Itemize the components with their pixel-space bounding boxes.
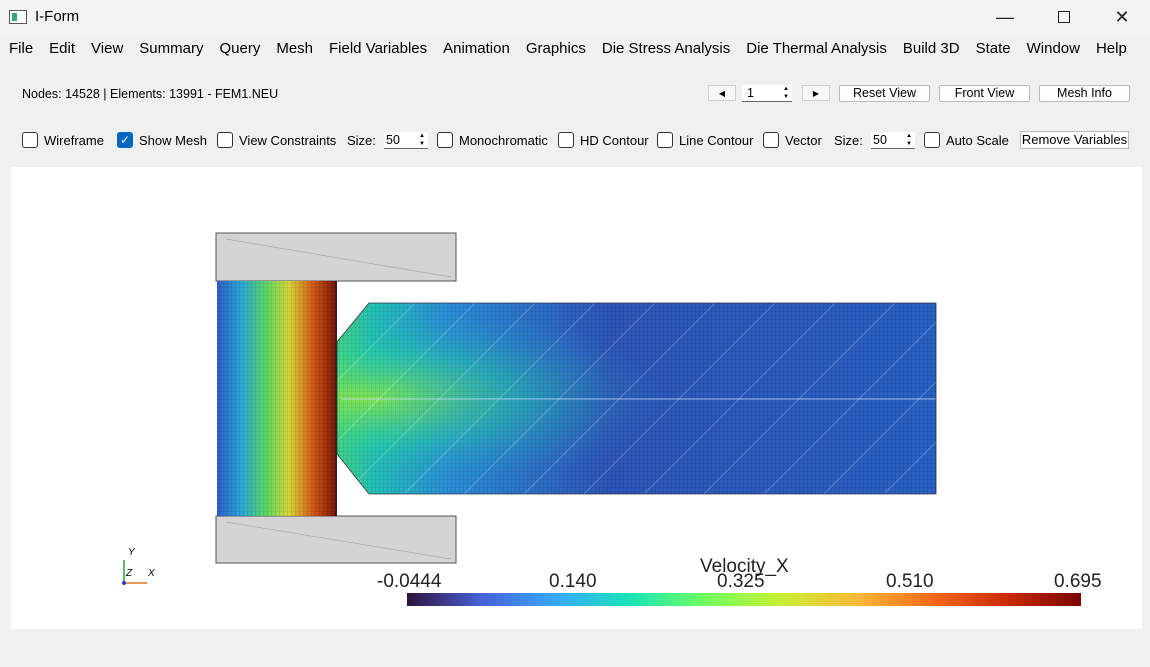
model-info: Nodes: 14528 | Elements: 13991 - FEM1.NE… — [22, 87, 279, 101]
app-icon — [9, 10, 27, 24]
show-mesh-checkbox[interactable]: ✓ — [117, 132, 133, 148]
axis-z-label: Z — [126, 568, 133, 579]
monochromatic-checkbox[interactable] — [437, 132, 453, 148]
vector-size-label: Size: — [834, 133, 863, 148]
spin-arrows-icon[interactable]: ▲ ▼ — [781, 85, 791, 101]
minimize-button[interactable]: — — [976, 0, 1034, 34]
previous-button[interactable]: ◀ — [708, 85, 736, 101]
menu-bar: File Edit View Summary Query Mesh Field … — [0, 38, 1150, 62]
view-constraints-checkbox[interactable] — [217, 132, 233, 148]
vector-checkbox[interactable] — [763, 132, 779, 148]
vector-label: Vector — [785, 133, 822, 148]
next-button[interactable]: ▶ — [802, 85, 830, 101]
triangle-right-icon: ▶ — [812, 88, 820, 98]
menu-state[interactable]: State — [968, 38, 1019, 62]
spin-arrows-icon[interactable]: ▲ ▼ — [904, 132, 914, 148]
wireframe-label: Wireframe — [44, 133, 104, 148]
auto-scale-checkbox[interactable] — [924, 132, 940, 148]
menu-view[interactable]: View — [83, 38, 131, 62]
close-icon: ✕ — [1114, 6, 1130, 27]
legend-tick: 0.140 — [549, 571, 597, 592]
monochromatic-label: Monochromatic — [459, 133, 548, 148]
minimize-icon: — — [996, 6, 1014, 27]
front-view-button[interactable]: Front View — [939, 85, 1030, 102]
axis-y-label: Y — [128, 547, 135, 558]
menu-help[interactable]: Help — [1088, 38, 1135, 62]
page-value: 1 — [747, 86, 754, 100]
upper-die — [215, 232, 457, 282]
menu-query[interactable]: Query — [211, 38, 268, 62]
vector-size-spinbox[interactable]: 50 ▲ ▼ — [871, 132, 915, 149]
reset-view-button[interactable]: Reset View — [839, 85, 930, 102]
menu-graphics[interactable]: Graphics — [518, 38, 594, 62]
constraint-size-value: 50 — [386, 133, 400, 147]
auto-scale-label: Auto Scale — [946, 133, 1009, 148]
mesh-render — [122, 232, 937, 585]
menu-summary[interactable]: Summary — [131, 38, 211, 62]
menu-field-variables[interactable]: Field Variables — [321, 38, 435, 62]
menu-edit[interactable]: Edit — [41, 38, 83, 62]
legend-tick: 0.695 — [1054, 571, 1102, 592]
hd-contour-label: HD Contour — [580, 133, 649, 148]
mesh-info-button[interactable]: Mesh Info — [1039, 85, 1130, 102]
constraint-size-spinbox[interactable]: 50 ▲ ▼ — [384, 132, 428, 149]
axis-x-label: X — [148, 568, 155, 579]
menu-animation[interactable]: Animation — [435, 38, 518, 62]
legend-tick: -0.0444 — [377, 571, 442, 592]
size-label: Size: — [347, 133, 376, 148]
close-button[interactable]: ✕ — [1093, 0, 1150, 34]
wireframe-checkbox[interactable] — [22, 132, 38, 148]
triangle-left-icon: ◀ — [718, 88, 726, 98]
lower-die — [215, 515, 457, 564]
maximize-icon — [1058, 11, 1070, 23]
render-viewport[interactable]: Y Z X Velocity_X -0.0444 0.140 0.325 0.5… — [11, 167, 1142, 629]
window-title: I-Form — [35, 8, 80, 25]
title-bar: I-Form — ✕ — [0, 0, 1150, 36]
menu-file[interactable]: File — [1, 38, 41, 62]
checkmark-icon: ✓ — [119, 133, 131, 147]
view-constraints-label: View Constraints — [239, 133, 337, 148]
menu-mesh[interactable]: Mesh — [268, 38, 321, 62]
page-spinbox[interactable]: 1 ▲ ▼ — [742, 85, 792, 102]
options-bar: Wireframe ✓ Show Mesh View Constraints S… — [0, 130, 1150, 152]
menu-build-3d[interactable]: Build 3D — [895, 38, 968, 62]
menu-window[interactable]: Window — [1019, 38, 1088, 62]
legend-tick: 0.510 — [886, 571, 934, 592]
legend-colorbar — [407, 593, 1081, 606]
show-mesh-label: Show Mesh — [139, 133, 207, 148]
menu-die-thermal-analysis[interactable]: Die Thermal Analysis — [738, 38, 895, 62]
remove-variables-button[interactable]: Remove Variables — [1020, 131, 1129, 149]
vector-size-value: 50 — [873, 133, 887, 147]
line-contour-label: Line Contour — [679, 133, 754, 148]
hd-contour-checkbox[interactable] — [558, 132, 574, 148]
line-contour-checkbox[interactable] — [657, 132, 673, 148]
legend-tick: 0.325 — [717, 571, 765, 592]
menu-die-stress-analysis[interactable]: Die Stress Analysis — [594, 38, 738, 62]
maximize-button[interactable] — [1035, 0, 1093, 34]
spin-arrows-icon[interactable]: ▲ ▼ — [417, 132, 427, 148]
